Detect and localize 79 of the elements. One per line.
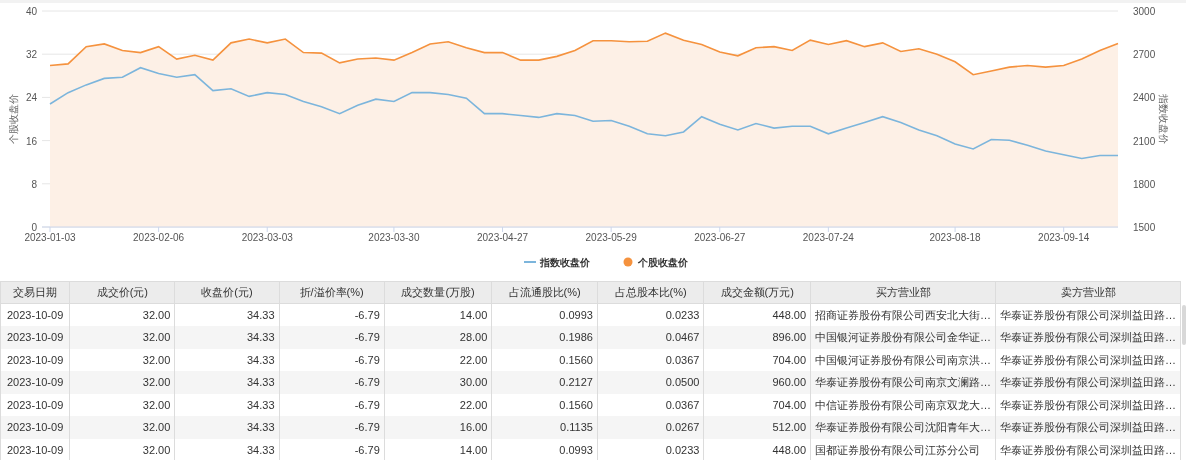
table-cell: 512.00 xyxy=(703,416,811,439)
axis-tick-label: 2023-02-06 xyxy=(133,232,185,243)
axis-tick-label: 2100 xyxy=(1133,135,1156,147)
table-cell: -6.79 xyxy=(279,416,385,439)
axis-tick-label: 2023-08-18 xyxy=(929,232,981,243)
table-cell: 34.33 xyxy=(174,438,279,460)
axis-tick-label: 40 xyxy=(25,6,37,17)
legend-label[interactable]: 个股收盘价 xyxy=(638,257,688,268)
column-header: 成交金额(万元) xyxy=(703,281,811,304)
table-cell: 32.00 xyxy=(69,438,175,460)
table-cell: 896.00 xyxy=(703,326,811,349)
column-header: 买方营业部 xyxy=(810,281,996,304)
table-cell: 华泰证券股份有限公司沈阳青年大… xyxy=(810,416,996,439)
table-cell: 国都证券股份有限公司江苏分公司 xyxy=(810,438,996,460)
column-header: 成交数量(万股) xyxy=(384,281,492,304)
table-cell: 14.00 xyxy=(384,438,492,460)
table-cell: 34.33 xyxy=(174,371,279,394)
legend-label[interactable]: 指数收盘价 xyxy=(540,257,590,268)
table-cell: 0.0500 xyxy=(597,371,704,394)
table-cell: 华泰证券股份有限公司深圳益田路… xyxy=(995,438,1181,460)
table-cell: 0.0267 xyxy=(597,416,704,439)
table-cell: 32.00 xyxy=(69,416,175,439)
axis-tick-label: 1500 xyxy=(1133,222,1156,233)
table-cell: 华泰证券股份有限公司深圳益田路… xyxy=(995,416,1181,439)
axis-tick-label: 2023-04-27 xyxy=(476,232,529,243)
axis-tick-label: 3000 xyxy=(1133,6,1156,17)
table-cell: -6.79 xyxy=(279,326,385,349)
scrollbar[interactable] xyxy=(1182,305,1186,345)
axis-tick-label: 2400 xyxy=(1133,92,1156,104)
axis-tick-label: 2023-09-14 xyxy=(1038,232,1090,243)
table-cell: -6.79 xyxy=(279,371,385,394)
column-header: 占总股本比(%) xyxy=(597,281,704,304)
axis-title: 个股收盘价 xyxy=(8,94,19,144)
axis-tick-label: 8 xyxy=(31,178,37,190)
column-header: 收盘价(元) xyxy=(174,281,279,304)
table-cell: 0.1135 xyxy=(491,416,598,439)
axis-tick-label: 2700 xyxy=(1133,49,1156,61)
table-cell: 34.33 xyxy=(174,326,279,349)
legend-line-icon xyxy=(523,261,537,263)
axis-tick-label: 2023-07-24 xyxy=(802,232,854,243)
axis-tick-label: 16 xyxy=(25,135,37,147)
column-header: 卖方营业部 xyxy=(995,281,1181,304)
axis-tick-label: 2023-03-30 xyxy=(368,232,420,243)
axis-tick-label: 2023-03-03 xyxy=(241,232,293,243)
column-header: 交易日期 xyxy=(0,281,70,304)
table-cell: 2023-10-09 xyxy=(0,438,70,460)
axis-tick-label: 0 xyxy=(31,222,37,233)
table-cell: 0.0233 xyxy=(597,438,704,460)
table-cell: 32.00 xyxy=(69,326,175,349)
table-cell: 34.33 xyxy=(174,416,279,439)
table-cell: 华泰证券股份有限公司深圳益田路… xyxy=(995,371,1181,394)
column-header: 占流通股比(%) xyxy=(491,281,598,304)
table-cell: 0.0993 xyxy=(491,438,598,460)
table-cell: 16.00 xyxy=(384,416,492,439)
axis-tick-label: 2023-06-27 xyxy=(694,232,746,243)
table-cell: 2023-10-09 xyxy=(0,416,70,439)
table-cell: 0.1986 xyxy=(491,326,598,349)
table-cell: 华泰证券股份有限公司深圳益田路… xyxy=(995,326,1181,349)
table-cell: 30.00 xyxy=(384,371,492,394)
table-cell: 中国银河证券股份有限公司金华证… xyxy=(810,326,996,349)
axis-tick-label: 2023-05-29 xyxy=(585,232,637,243)
table-cell: 960.00 xyxy=(703,371,811,394)
column-header: 折/溢价率(%) xyxy=(279,281,385,304)
table-cell: -6.79 xyxy=(279,438,385,460)
axis-tick-label: 32 xyxy=(25,49,37,61)
table-cell: 2023-10-09 xyxy=(0,326,70,349)
axis-tick-label: 1800 xyxy=(1133,178,1156,190)
table-cell: 448.00 xyxy=(703,438,811,460)
column-header: 成交价(元) xyxy=(69,281,175,304)
legend-dot-icon xyxy=(623,257,633,267)
table-cell: 华泰证券股份有限公司南京文澜路… xyxy=(810,371,996,394)
axis-tick-label: 24 xyxy=(25,92,37,104)
table-cell: 32.00 xyxy=(69,371,175,394)
table-cell: 28.00 xyxy=(384,326,492,349)
table-cell: 2023-10-09 xyxy=(0,371,70,394)
axis-title: 指数收盘价 xyxy=(1158,94,1169,144)
table-cell: 0.0467 xyxy=(597,326,704,349)
table-cell: 0.2127 xyxy=(491,371,598,394)
axis-tick-label: 2023-01-03 xyxy=(24,232,76,243)
